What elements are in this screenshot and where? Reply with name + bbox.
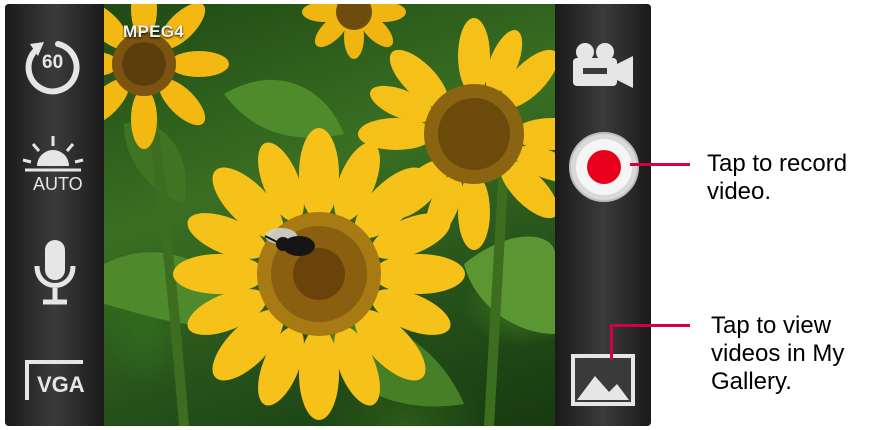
viewfinder-preview xyxy=(104,4,555,426)
resolution-label: VGA xyxy=(37,372,85,397)
record-callout: Tap to record video. xyxy=(707,150,847,206)
gallery-callout-line-1: Tap to view xyxy=(711,312,832,339)
record-callout-line xyxy=(630,163,690,166)
video-camera-icon xyxy=(573,43,633,88)
gallery-callout: Tap to view videos in My Gallery. xyxy=(711,312,844,396)
gallery-callout-line-v xyxy=(610,324,613,360)
timer-label: 60 xyxy=(42,52,64,73)
microphone-icon xyxy=(34,240,76,305)
camcorder-screen: MPEG4 60 AUTO VGA xyxy=(5,4,651,426)
record-callout-line-1: Tap to record xyxy=(707,150,848,177)
gallery-icon xyxy=(571,354,635,406)
video-format-label: MPEG4 xyxy=(123,22,185,41)
timer-button[interactable]: 60 xyxy=(20,32,86,98)
left-control-bar: 60 AUTO VGA xyxy=(5,4,104,426)
camera-mode-switch[interactable] xyxy=(569,40,637,92)
brightness-button[interactable]: AUTO xyxy=(19,132,87,200)
right-control-bar xyxy=(555,4,651,426)
gallery-callout-line-3: Gallery. xyxy=(711,368,792,395)
record-button[interactable] xyxy=(567,130,641,204)
record-icon xyxy=(569,132,639,202)
gallery-callout-line-h xyxy=(610,324,690,327)
gallery-button[interactable] xyxy=(569,352,637,408)
sunflower-scene xyxy=(104,4,555,426)
record-callout-line-2: video. xyxy=(707,178,772,205)
microphone-button[interactable] xyxy=(25,236,85,310)
brightness-label: AUTO xyxy=(33,174,83,194)
resolution-button[interactable]: VGA xyxy=(21,356,89,404)
gallery-callout-line-2: videos in My xyxy=(711,340,845,367)
brightness-icon xyxy=(22,136,84,172)
